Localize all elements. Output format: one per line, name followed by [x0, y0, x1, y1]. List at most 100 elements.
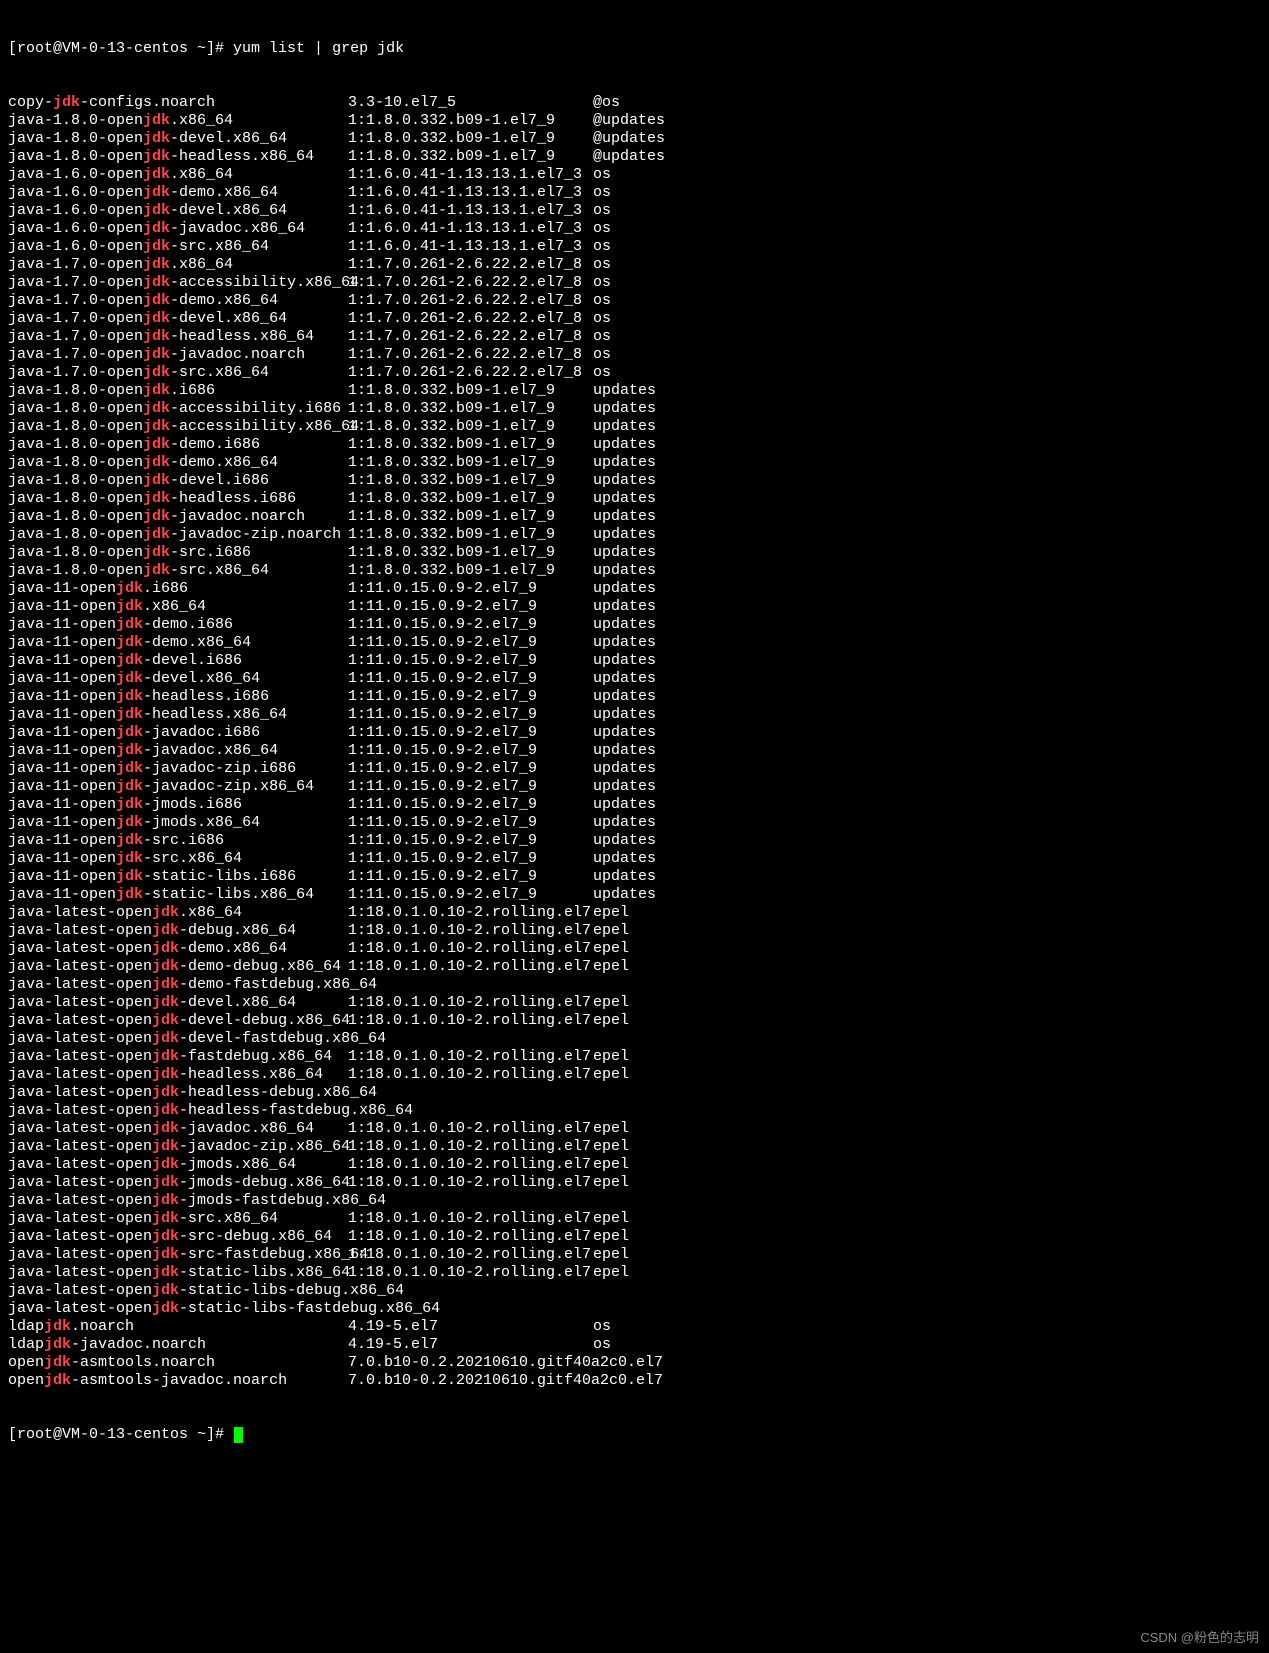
package-row: java-1.6.0-openjdk-javadoc.x86_641:1.6.0…: [8, 220, 1261, 238]
package-row: java-1.6.0-openjdk-demo.x86_641:1.6.0.41…: [8, 184, 1261, 202]
grep-match: jdk: [116, 652, 143, 669]
grep-match: jdk: [116, 814, 143, 831]
package-version: 1:18.0.1.0.10-2.rolling.el7: [348, 1246, 593, 1264]
package-suffix: -demo.i686: [143, 616, 233, 633]
package-row: java-latest-openjdk-jmods.x86_641:18.0.1…: [8, 1156, 1261, 1174]
package-prefix: java-1.7.0-open: [8, 328, 143, 345]
package-suffix: -devel.x86_64: [170, 310, 287, 327]
package-repo: updates: [593, 760, 1261, 778]
package-repo: updates: [593, 598, 1261, 616]
package-repo: [593, 976, 1261, 994]
package-name: java-latest-openjdk-static-libs.x86_64: [8, 1264, 348, 1282]
package-row: java-latest-openjdk.x86_641:18.0.1.0.10-…: [8, 904, 1261, 922]
grep-match: jdk: [143, 256, 170, 273]
terminal-output[interactable]: [root@VM-0-13-centos ~]# yum list | grep…: [0, 0, 1269, 1466]
package-repo: os: [593, 1318, 1261, 1336]
package-name: java-latest-openjdk-src-fastdebug.x86_64: [8, 1246, 348, 1264]
package-name: java-1.7.0-openjdk-src.x86_64: [8, 364, 348, 382]
package-row: java-latest-openjdk-headless.x86_641:18.…: [8, 1066, 1261, 1084]
package-suffix: .x86_64: [170, 112, 233, 129]
package-name: java-11-openjdk-static-libs.x86_64: [8, 886, 348, 904]
package-repo: os: [593, 184, 1261, 202]
package-repo: epel: [593, 1012, 1261, 1030]
package-repo: epel: [593, 994, 1261, 1012]
package-prefix: java-latest-open: [8, 1156, 152, 1173]
package-prefix: java-1.7.0-open: [8, 274, 143, 291]
package-version: 1:1.6.0.41-1.13.13.1.el7_3: [348, 238, 593, 256]
package-row: java-1.8.0-openjdk-demo.x86_641:1.8.0.33…: [8, 454, 1261, 472]
package-name: java-1.7.0-openjdk-accessibility.x86_64: [8, 274, 348, 292]
package-row: java-1.7.0-openjdk-javadoc.noarch1:1.7.0…: [8, 346, 1261, 364]
package-version: 1:18.0.1.0.10-2.rolling.el7: [348, 1066, 593, 1084]
package-version: [348, 1192, 593, 1210]
package-suffix: -src.x86_64: [170, 562, 269, 579]
package-row: java-1.7.0-openjdk-devel.x86_641:1.7.0.2…: [8, 310, 1261, 328]
grep-match: jdk: [143, 328, 170, 345]
package-name: openjdk-asmtools-javadoc.noarch: [8, 1372, 348, 1390]
package-row: java-1.8.0-openjdk-accessibility.i6861:1…: [8, 400, 1261, 418]
package-row: java-11-openjdk-jmods.x86_641:11.0.15.0.…: [8, 814, 1261, 832]
package-repo: [593, 1084, 1261, 1102]
package-suffix: -demo.i686: [170, 436, 260, 453]
package-row: java-11-openjdk-demo.i6861:11.0.15.0.9-2…: [8, 616, 1261, 634]
package-suffix: -devel.x86_64: [143, 670, 260, 687]
grep-match: jdk: [143, 220, 170, 237]
package-name: java-latest-openjdk-headless-debug.x86_6…: [8, 1084, 348, 1102]
package-version: 1:1.8.0.332.b09-1.el7_9: [348, 454, 593, 472]
grep-match: jdk: [152, 1030, 179, 1047]
package-row: java-latest-openjdk-jmods-fastdebug.x86_…: [8, 1192, 1261, 1210]
package-prefix: java-1.8.0-open: [8, 112, 143, 129]
package-repo: os: [593, 220, 1261, 238]
package-prefix: java-1.7.0-open: [8, 292, 143, 309]
package-repo: updates: [593, 400, 1261, 418]
package-suffix: -demo.x86_64: [170, 292, 278, 309]
package-prefix: java-latest-open: [8, 1174, 152, 1191]
package-row: openjdk-asmtools-javadoc.noarch7.0.b10-0…: [8, 1372, 1261, 1390]
grep-match: jdk: [116, 598, 143, 615]
grep-match: jdk: [143, 364, 170, 381]
package-row: java-1.7.0-openjdk-src.x86_641:1.7.0.261…: [8, 364, 1261, 382]
package-version: 1:1.7.0.261-2.6.22.2.el7_8: [348, 364, 593, 382]
package-version: 1:11.0.15.0.9-2.el7_9: [348, 832, 593, 850]
grep-match: jdk: [143, 436, 170, 453]
package-name: java-11-openjdk-headless.i686: [8, 688, 348, 706]
grep-match: jdk: [116, 760, 143, 777]
package-version: 1:1.8.0.332.b09-1.el7_9: [348, 400, 593, 418]
package-prefix: java-1.8.0-open: [8, 544, 143, 561]
package-row: java-11-openjdk-demo.x86_641:11.0.15.0.9…: [8, 634, 1261, 652]
package-suffix: -src.x86_64: [170, 364, 269, 381]
package-name: java-1.7.0-openjdk.x86_64: [8, 256, 348, 274]
package-version: 1:1.7.0.261-2.6.22.2.el7_8: [348, 328, 593, 346]
command-line: [root@VM-0-13-centos ~]# yum list | grep…: [8, 40, 1261, 58]
package-version: 1:11.0.15.0.9-2.el7_9: [348, 580, 593, 598]
package-row: java-11-openjdk-static-libs.x86_641:11.0…: [8, 886, 1261, 904]
package-prefix: java-1.8.0-open: [8, 508, 143, 525]
package-version: 1:11.0.15.0.9-2.el7_9: [348, 868, 593, 886]
package-version: 4.19-5.el7: [348, 1336, 593, 1354]
package-row: java-latest-openjdk-javadoc.x86_641:18.0…: [8, 1120, 1261, 1138]
package-row: ldapjdk.noarch4.19-5.el7os: [8, 1318, 1261, 1336]
package-prefix: java-latest-open: [8, 1030, 152, 1047]
package-row: java-latest-openjdk-src-fastdebug.x86_64…: [8, 1246, 1261, 1264]
package-suffix: -src.i686: [170, 544, 251, 561]
package-suffix: -src-fastdebug.x86_64: [179, 1246, 368, 1263]
package-row: java-1.8.0-openjdk-devel.x86_641:1.8.0.3…: [8, 130, 1261, 148]
package-row: java-1.8.0-openjdk-javadoc.noarch1:1.8.0…: [8, 508, 1261, 526]
package-repo: updates: [593, 778, 1261, 796]
package-repo: os: [593, 328, 1261, 346]
package-row: java-1.8.0-openjdk-headless.x86_641:1.8.…: [8, 148, 1261, 166]
package-suffix: -accessibility.x86_64: [170, 418, 359, 435]
package-repo: [593, 1102, 1261, 1120]
package-prefix: java-latest-open: [8, 976, 152, 993]
package-prefix: java-1.8.0-open: [8, 472, 143, 489]
package-prefix: java-11-open: [8, 778, 116, 795]
grep-match: jdk: [116, 868, 143, 885]
package-row: java-latest-openjdk-devel.x86_641:18.0.1…: [8, 994, 1261, 1012]
package-repo: updates: [593, 670, 1261, 688]
package-row: java-1.6.0-openjdk.x86_641:1.6.0.41-1.13…: [8, 166, 1261, 184]
grep-match: jdk: [116, 796, 143, 813]
package-suffix: -demo.x86_64: [179, 940, 287, 957]
package-name: java-latest-openjdk.x86_64: [8, 904, 348, 922]
package-row: java-latest-openjdk-static-libs-fastdebu…: [8, 1300, 1261, 1318]
package-suffix: .x86_64: [170, 256, 233, 273]
